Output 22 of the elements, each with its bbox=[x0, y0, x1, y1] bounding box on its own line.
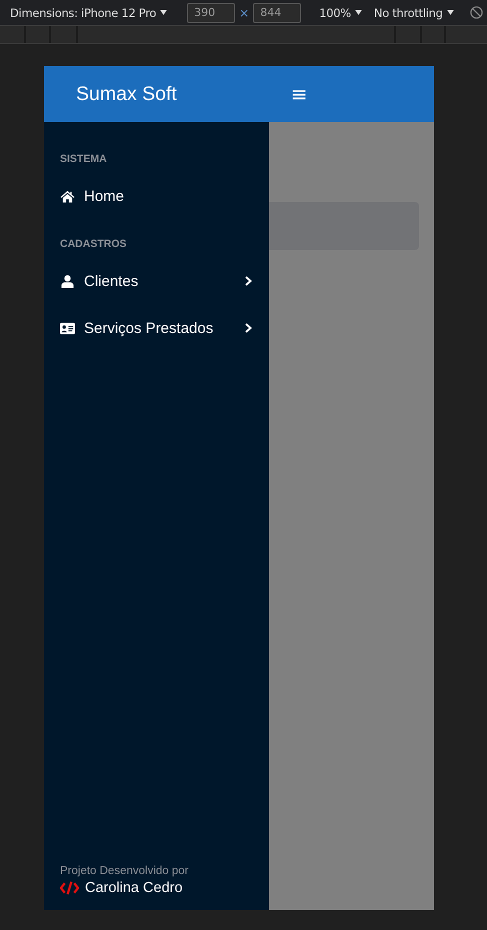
code-icon bbox=[60, 881, 79, 895]
menu-item[interactable]: Home bbox=[84, 188, 253, 204]
height-field[interactable]: 844 bbox=[253, 2, 302, 22]
user-icon bbox=[60, 274, 75, 288]
section-heading: SISTEMA bbox=[60, 153, 108, 165]
menu-button[interactable]: ≡ bbox=[286, 84, 312, 104]
throttling-dropdown[interactable]: No throttling bbox=[374, 6, 443, 20]
brand-title: Sumax Soft bbox=[76, 82, 177, 106]
author-name: Carolina Cedro bbox=[85, 880, 183, 896]
caret-icon bbox=[446, 10, 454, 15]
device-dropdown[interactable]: Dimensions: iPhone 12 Pro bbox=[10, 6, 156, 20]
caret-icon bbox=[354, 10, 362, 15]
id-card-icon bbox=[60, 322, 75, 334]
caret-icon bbox=[160, 10, 168, 15]
times-sign: × bbox=[239, 6, 250, 20]
home-icon bbox=[60, 190, 75, 202]
credit-caption: Projeto Desenvolvido por bbox=[60, 865, 190, 877]
menu-item[interactable]: Clientes bbox=[84, 272, 245, 290]
section-heading: CADASTROS bbox=[60, 238, 128, 250]
menu-item[interactable]: Serviços Prestados bbox=[84, 320, 245, 336]
zoom-dropdown[interactable]: 100% bbox=[319, 6, 351, 20]
width-field[interactable]: 390 bbox=[187, 2, 236, 22]
